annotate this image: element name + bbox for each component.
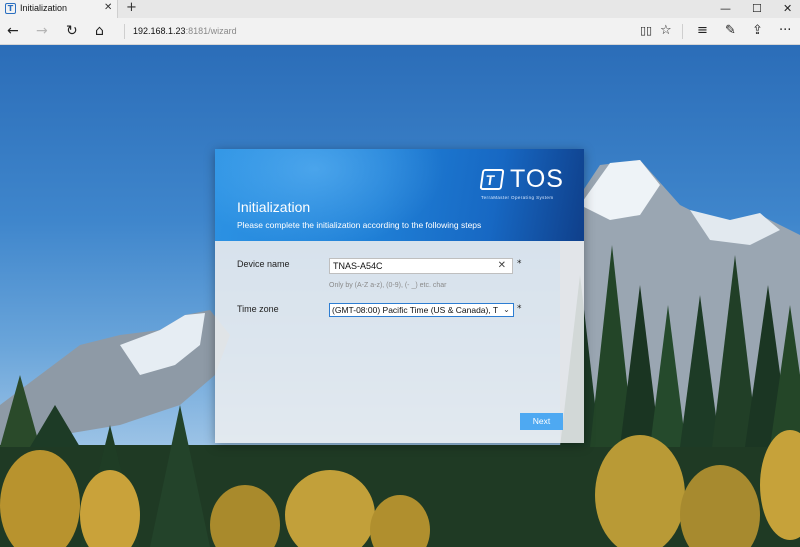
initialization-dialog: T TOS TerraMaster Operating System Initi… <box>215 149 584 443</box>
time-zone-required-mark: * <box>517 304 522 314</box>
dialog-title: Initialization <box>237 199 311 215</box>
favorite-star-icon[interactable]: ☆ <box>660 23 672 39</box>
hub-icon[interactable]: ≡ <box>697 23 708 39</box>
tab-title: Initialization <box>20 3 68 13</box>
chevron-down-icon[interactable]: ⌄ <box>500 304 513 316</box>
reading-view-icon[interactable]: ▯▯ <box>640 23 652 39</box>
maximize-button[interactable]: ☐ <box>752 2 762 16</box>
device-name-label: Device name <box>237 259 290 269</box>
logo-mark: T <box>484 172 496 188</box>
dialog-subtitle: Please complete the initialization accor… <box>237 220 482 230</box>
toolbar-separator <box>682 24 683 39</box>
browser-tab-strip: T Initialization ✕ + — ☐ ✕ <box>0 0 800 18</box>
dialog-body: Device name TNAS-A54C ✕ * Only by (A-Z a… <box>215 241 584 443</box>
browser-toolbar: ← → ↻ ⌂ 192.168.1.23:8181/wizard ▯▯ ☆ ≡ … <box>0 18 800 45</box>
new-tab-button[interactable]: + <box>126 0 137 16</box>
next-button[interactable]: Next <box>520 413 563 430</box>
home-icon[interactable]: ⌂ <box>95 23 104 39</box>
logo-text: TOS <box>510 165 564 193</box>
more-icon[interactable]: ··· <box>779 23 791 39</box>
time-zone-select[interactable]: (GMT-08:00) Pacific Time (US & Canada), … <box>329 303 514 317</box>
time-zone-value: (GMT-08:00) Pacific Time (US & Canada), … <box>332 305 499 315</box>
forward-icon[interactable]: → <box>36 23 48 39</box>
web-note-icon[interactable]: ✎ <box>725 23 736 39</box>
browser-tab[interactable]: T Initialization ✕ <box>0 0 118 18</box>
device-name-value: TNAS-A54C <box>333 261 383 271</box>
dialog-header: T TOS TerraMaster Operating System Initi… <box>215 149 584 241</box>
close-window-button[interactable]: ✕ <box>783 2 792 16</box>
close-tab-icon[interactable]: ✕ <box>104 2 112 13</box>
refresh-icon[interactable]: ↻ <box>66 23 78 39</box>
device-name-required-mark: * <box>517 259 522 269</box>
url-host: 192.168.1.23 <box>133 26 186 36</box>
device-name-input[interactable]: TNAS-A54C ✕ <box>329 258 513 274</box>
address-separator <box>124 24 125 39</box>
logo-tagline: TerraMaster Operating System <box>481 195 554 200</box>
time-zone-label: Time zone <box>237 304 279 314</box>
terramaster-tos-icon: T <box>5 3 16 14</box>
share-icon[interactable]: ⇪ <box>752 23 763 39</box>
tos-logo-icon: T <box>479 169 505 190</box>
minimize-button[interactable]: — <box>720 2 731 16</box>
address-bar[interactable]: 192.168.1.23:8181/wizard <box>133 26 237 36</box>
device-name-hint: Only by (A-Z a-z), (0-9), (- _) etc. cha… <box>329 282 447 289</box>
back-icon[interactable]: ← <box>7 23 19 39</box>
url-path: :8181/wizard <box>185 26 237 36</box>
clear-icon[interactable]: ✕ <box>498 260 506 272</box>
